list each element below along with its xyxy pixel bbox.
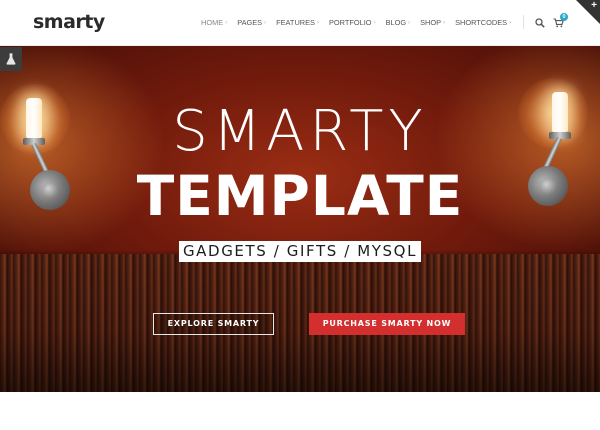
- purchase-button[interactable]: PURCHASE SMARTY NOW: [309, 313, 465, 335]
- nav-item-portfolio[interactable]: PORTFOLIO ›: [329, 18, 386, 27]
- site-header: smarty HOME › PAGES › FEATURES › PORTFOL…: [0, 0, 600, 46]
- nav-item-blog[interactable]: BLOG ›: [386, 18, 421, 27]
- nav-item-home[interactable]: HOME ›: [201, 18, 237, 27]
- search-icon[interactable]: [535, 15, 545, 33]
- cart-count-badge: 0: [560, 13, 568, 21]
- site-logo[interactable]: smarty: [33, 11, 105, 33]
- chevron-down-icon: ›: [264, 19, 267, 26]
- plus-icon[interactable]: +: [591, 1, 597, 11]
- nav-label: PORTFOLIO: [328, 18, 372, 27]
- hero-slider: SMARTY TEMPLATE GADGETS / GIFTS / MYSQL …: [0, 46, 600, 392]
- hero-title-line1: SMARTY: [172, 99, 428, 164]
- chevron-down-icon: ›: [373, 19, 376, 26]
- nav-item-shortcodes[interactable]: SHORTCODES ›: [455, 18, 521, 27]
- nav-label: SHORTCODES: [455, 18, 508, 27]
- chevron-down-icon: ›: [509, 19, 512, 26]
- nav-item-shop[interactable]: SHOP ›: [420, 18, 455, 27]
- chevron-down-icon: ›: [408, 19, 411, 26]
- curtain-backdrop: [0, 254, 600, 392]
- hero-tagline-wrap: GADGETS / GIFTS / MYSQL: [0, 241, 600, 262]
- nav-label: BLOG: [385, 18, 407, 27]
- nav-label: PAGES: [237, 18, 263, 27]
- chevron-down-icon: ›: [443, 19, 446, 26]
- style-switcher-tab[interactable]: [0, 47, 22, 71]
- nav-item-features[interactable]: FEATURES ›: [276, 18, 329, 27]
- nav-label: HOME: [201, 18, 224, 27]
- flask-icon: [6, 53, 16, 65]
- nav-divider: [523, 15, 524, 29]
- nav-item-pages[interactable]: PAGES ›: [237, 18, 276, 27]
- chevron-down-icon: ›: [316, 19, 319, 26]
- nav-label: SHOP: [420, 18, 442, 27]
- main-nav: HOME › PAGES › FEATURES › PORTFOLIO › BL…: [201, 18, 521, 27]
- nav-label: FEATURES: [276, 18, 315, 27]
- hero-tagline: GADGETS / GIFTS / MYSQL: [178, 241, 422, 262]
- hero-title-line2: TEMPLATE: [136, 164, 464, 228]
- chevron-down-icon: ›: [225, 19, 228, 26]
- explore-button[interactable]: EXPLORE SMARTY: [153, 313, 274, 335]
